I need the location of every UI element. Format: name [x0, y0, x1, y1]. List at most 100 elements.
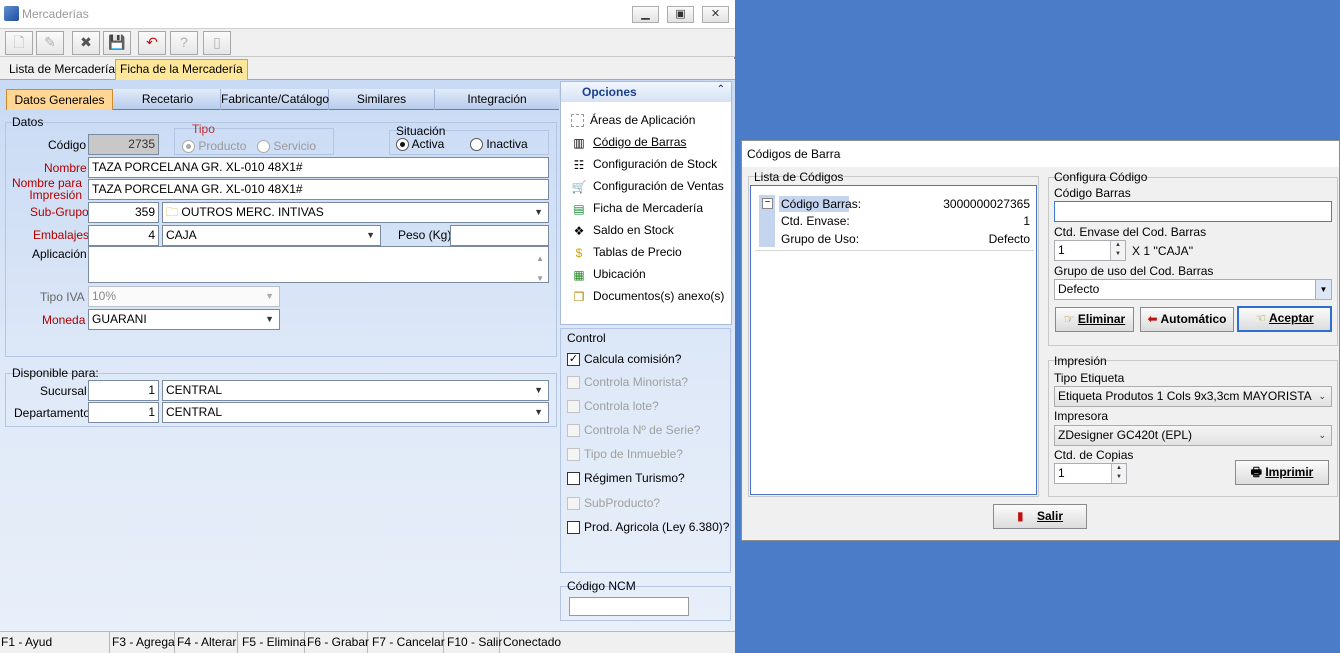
- tipo-label: Tipo: [192, 122, 215, 136]
- opciones-header[interactable]: Opciones ⌃: [561, 82, 731, 102]
- embalajes-code-field[interactable]: 4: [88, 225, 159, 246]
- checkbox-icon[interactable]: [567, 376, 580, 390]
- grupo-uso-label: Grupo de uso del Cod. Barras: [1054, 264, 1214, 278]
- tab-recetario[interactable]: Recetario: [115, 89, 221, 110]
- peso-field[interactable]: [450, 225, 549, 246]
- status-f7[interactable]: F7 - Cancelar: [371, 632, 445, 653]
- opcion-saldo-stock[interactable]: ❖ Saldo en Stock: [571, 220, 674, 240]
- status-f4[interactable]: F4 - Alterar: [176, 632, 238, 653]
- impresora-select[interactable]: ZDesigner GC420t (EPL) ⌄: [1054, 425, 1332, 446]
- departamento-code-field[interactable]: 1: [88, 402, 159, 423]
- embalaje-select[interactable]: CAJA ▼: [162, 225, 381, 246]
- aplicacion-textarea[interactable]: ▲ ▼: [88, 246, 549, 283]
- edit-doc-icon[interactable]: ✎: [36, 31, 64, 55]
- delete-icon[interactable]: ✖: [72, 31, 100, 55]
- codigo-barras-input[interactable]: [1054, 201, 1332, 222]
- status-f1[interactable]: F1 - Ayud: [0, 632, 110, 653]
- exit-door-icon[interactable]: ▯: [203, 31, 231, 55]
- control-checkbox-6[interactable]: SubProducto?: [567, 493, 660, 513]
- subgrupo-code-field[interactable]: 359: [88, 202, 159, 223]
- eliminar-button[interactable]: ☞ Eliminar: [1055, 307, 1134, 332]
- tab-integracion[interactable]: Integración: [435, 89, 559, 110]
- aceptar-button[interactable]: ☜ Aceptar: [1237, 306, 1332, 332]
- close-button[interactable]: ✕: [702, 6, 729, 23]
- tipo-producto-radio[interactable]: Producto: [182, 139, 246, 154]
- opcion-areas-aplicacion[interactable]: Áreas de Aplicación: [571, 110, 695, 130]
- nombre-field[interactable]: TAZA PORCELANA GR. XL-010 48X1#: [88, 157, 549, 178]
- control-checkbox-7[interactable]: Prod. Agricola (Ley 6.380)?: [567, 517, 729, 537]
- control-checkbox-5[interactable]: Régimen Turismo?: [567, 468, 685, 488]
- tipo-etiqueta-select[interactable]: Etiqueta Produtos 1 Cols 9x3,3cm MAYORIS…: [1054, 386, 1332, 407]
- control-checkbox-1[interactable]: Controla Minorista?: [567, 372, 688, 392]
- control-checkbox-4[interactable]: Tipo de Inmueble?: [567, 444, 683, 464]
- tab-similares[interactable]: Similares: [329, 89, 435, 110]
- status-f6[interactable]: F6 - Grabar: [306, 632, 369, 653]
- checkmark-icon[interactable]: ✓: [567, 353, 580, 367]
- opcion-config-ventas[interactable]: 🛒 Configuración de Ventas: [571, 176, 724, 196]
- opcion-documentos-anexos[interactable]: ❐ Documentos(s) anexo(s): [571, 286, 725, 306]
- checkbox-icon[interactable]: [567, 497, 580, 511]
- sheet-icon: ▤: [573, 201, 585, 216]
- copias-spinner[interactable]: 1 ▲ ▼: [1054, 463, 1127, 484]
- nombre-impresion-field[interactable]: TAZA PORCELANA GR. XL-010 48X1#: [88, 179, 549, 200]
- tab-ficha-mercaderia[interactable]: Ficha de la Mercadería: [115, 59, 248, 80]
- status-f5[interactable]: F5 - Elimina: [241, 632, 306, 653]
- tab-fabricante-catalogo[interactable]: Fabricante/Catálogo: [221, 89, 329, 110]
- checkbox-icon[interactable]: [567, 400, 580, 414]
- control-checkbox-3[interactable]: Controla Nº de Serie?: [567, 420, 700, 440]
- tipo-iva-label: Tipo IVA: [40, 290, 85, 304]
- tab-datos-generales[interactable]: Datos Generales: [6, 89, 113, 110]
- situacion-label: Situación: [396, 124, 446, 138]
- collapse-icon[interactable]: ⌃: [717, 84, 725, 95]
- sucursal-code-field[interactable]: 1: [88, 380, 159, 401]
- status-f3[interactable]: F3 - Agrega: [111, 632, 175, 653]
- spin-arrows-icon[interactable]: ▲ ▼: [1110, 241, 1125, 260]
- scroll-down-icon[interactable]: ▼: [536, 269, 544, 282]
- codigo-field[interactable]: 2735: [88, 134, 159, 155]
- arrow-left-icon: ⬅: [1147, 312, 1158, 326]
- moneda-select[interactable]: GUARANI ▼: [88, 309, 280, 330]
- grupo-uso-select[interactable]: Defecto ▼: [1054, 279, 1332, 300]
- app-icon: [4, 6, 19, 21]
- tree-key-grupo-uso: Grupo de Uso:: [781, 232, 860, 246]
- subgrupo-select[interactable]: 🗀 OUTROS MERC. INTIVAS ▼: [162, 202, 549, 223]
- departamento-select[interactable]: CENTRAL ▼: [162, 402, 549, 423]
- opcion-ficha-mercaderia[interactable]: ▤ Ficha de Mercadería: [571, 198, 703, 218]
- ncm-field[interactable]: [569, 597, 689, 616]
- opcion-ubicacion[interactable]: ▦ Ubicación: [571, 264, 645, 284]
- activa-radio[interactable]: Activa: [396, 137, 444, 152]
- ctd-envase-spinner[interactable]: 1 ▲ ▼: [1054, 240, 1126, 261]
- ctd-envase-suffix: X 1 ''CAJA'': [1132, 244, 1194, 258]
- checkbox-icon[interactable]: [567, 472, 580, 486]
- spin-arrows-icon[interactable]: ▲ ▼: [1111, 464, 1126, 483]
- codes-tree[interactable]: − Código Barras: 3000000027365 Ctd. Enva…: [750, 185, 1037, 495]
- help-icon[interactable]: ?: [170, 31, 198, 55]
- status-f10[interactable]: F10 - Salir: [446, 632, 502, 653]
- checkbox-icon[interactable]: [567, 448, 580, 462]
- checkbox-icon[interactable]: [567, 521, 580, 535]
- tipo-iva-select[interactable]: 10% ▼: [88, 286, 280, 307]
- control-checkbox-0[interactable]: ✓ Calcula comisión?: [567, 349, 681, 369]
- opcion-codigo-barras[interactable]: ▥ Código de Barras: [571, 132, 686, 152]
- chevron-down-icon: ▼: [534, 207, 543, 217]
- minimize-button[interactable]: ▁: [632, 6, 659, 23]
- new-doc-icon[interactable]: 🗋: [5, 31, 33, 55]
- automatico-button[interactable]: ⬅ Automático: [1140, 307, 1234, 332]
- control-checkbox-2[interactable]: Controla lote?: [567, 396, 659, 416]
- opcion-config-stock[interactable]: ☷ Configuración de Stock: [571, 154, 717, 174]
- inactiva-radio[interactable]: Inactiva: [470, 137, 528, 152]
- opcion-tablas-precio[interactable]: $ Tablas de Precio: [571, 242, 682, 262]
- sucursal-select[interactable]: CENTRAL ▼: [162, 380, 549, 401]
- undo-icon[interactable]: ↶: [138, 31, 166, 55]
- tab-lista-mercaderias[interactable]: Lista de Mercaderías: [5, 60, 125, 80]
- maximize-button[interactable]: ▣: [667, 6, 694, 23]
- salir-button[interactable]: ▮ Salir: [993, 504, 1087, 529]
- tree-value-grupo-uso: Defecto: [988, 232, 1030, 246]
- aplicacion-label: Aplicación: [32, 247, 87, 261]
- scroll-up-icon[interactable]: ▲: [536, 249, 544, 268]
- save-icon[interactable]: 💾: [103, 31, 131, 55]
- checkbox-icon[interactable]: [567, 424, 580, 438]
- tipo-servicio-radio[interactable]: Servicio: [257, 139, 316, 154]
- collapse-node-icon[interactable]: −: [762, 198, 773, 209]
- imprimir-button[interactable]: 🖶 Imprimir: [1235, 460, 1329, 485]
